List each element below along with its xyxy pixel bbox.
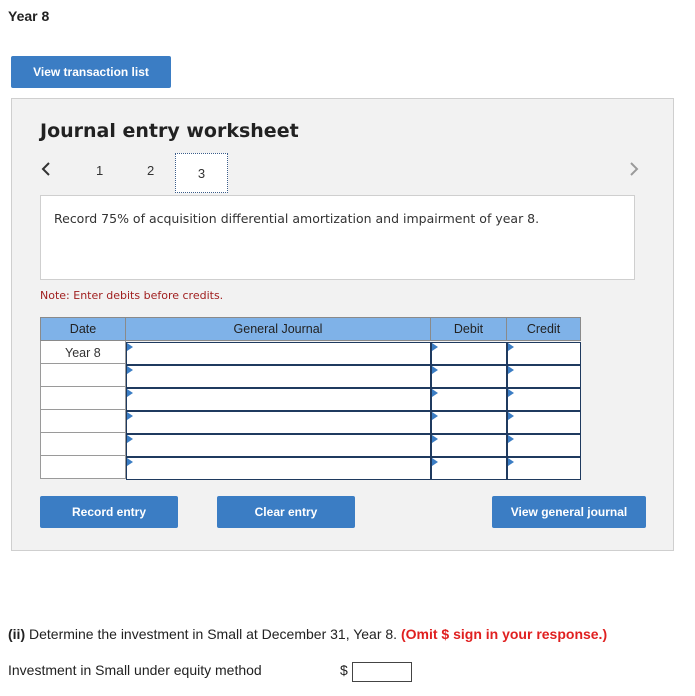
- dropdown-marker-icon: [432, 435, 438, 443]
- date-cell: Year 8: [40, 341, 126, 364]
- account-input[interactable]: [126, 457, 431, 480]
- debit-input[interactable]: [431, 457, 507, 480]
- credit-input[interactable]: [507, 411, 581, 434]
- record-entry-button[interactable]: Record entry: [40, 496, 178, 528]
- page-heading: Year 8: [8, 8, 50, 24]
- credit-input[interactable]: [507, 388, 581, 411]
- omit-dollar-note: (Omit $ sign in your response.): [400, 626, 608, 642]
- debit-column-header: Debit: [430, 317, 507, 341]
- chevron-right-icon[interactable]: [628, 160, 640, 183]
- date-cell: [40, 387, 126, 410]
- investment-input[interactable]: [352, 662, 412, 682]
- account-input[interactable]: [126, 365, 431, 388]
- dropdown-marker-icon: [127, 389, 133, 397]
- account-input[interactable]: [126, 342, 431, 365]
- worksheet-page-3-current[interactable]: 3: [175, 153, 228, 193]
- worksheet-page-2[interactable]: 2: [147, 163, 154, 178]
- dropdown-marker-icon: [432, 389, 438, 397]
- credit-column-header: Credit: [506, 317, 581, 341]
- debit-input[interactable]: [431, 434, 507, 457]
- debit-input[interactable]: [431, 411, 507, 434]
- dropdown-marker-icon: [127, 435, 133, 443]
- worksheet-title: Journal entry worksheet: [40, 120, 299, 142]
- worksheet-page-1[interactable]: 1: [96, 163, 103, 178]
- dropdown-marker-icon: [127, 343, 133, 351]
- account-input[interactable]: [126, 411, 431, 434]
- date-cell: [40, 456, 126, 479]
- view-general-journal-button[interactable]: View general journal: [492, 496, 646, 528]
- dropdown-marker-icon: [127, 366, 133, 374]
- question-text: (ii) Determine the investment in Small a…: [8, 626, 607, 642]
- dropdown-marker-icon: [432, 366, 438, 374]
- dropdown-marker-icon: [432, 343, 438, 351]
- dropdown-marker-icon: [508, 412, 514, 420]
- dropdown-marker-icon: [508, 458, 514, 466]
- dropdown-marker-icon: [508, 389, 514, 397]
- date-cell: [40, 364, 126, 387]
- credit-input[interactable]: [507, 434, 581, 457]
- view-transaction-list-button[interactable]: View transaction list: [11, 56, 171, 88]
- debit-input[interactable]: [431, 388, 507, 411]
- date-cell: [40, 433, 126, 456]
- dropdown-marker-icon: [508, 366, 514, 374]
- debit-input[interactable]: [431, 365, 507, 388]
- dropdown-marker-icon: [127, 412, 133, 420]
- account-input[interactable]: [126, 434, 431, 457]
- date-column-header: Date: [40, 317, 126, 341]
- credit-input[interactable]: [507, 365, 581, 388]
- clear-entry-button[interactable]: Clear entry: [217, 496, 355, 528]
- dropdown-marker-icon: [432, 458, 438, 466]
- date-cell: [40, 410, 126, 433]
- credit-input[interactable]: [507, 342, 581, 365]
- dropdown-marker-icon: [432, 412, 438, 420]
- account-input[interactable]: [126, 388, 431, 411]
- debit-credit-note: Note: Enter debits before credits.: [40, 289, 224, 302]
- credit-input[interactable]: [507, 457, 581, 480]
- question-body: Determine the investment in Small at Dec…: [25, 626, 401, 642]
- debit-input[interactable]: [431, 342, 507, 365]
- dropdown-marker-icon: [127, 458, 133, 466]
- instruction-text: Record 75% of acquisition differential a…: [54, 211, 540, 226]
- instruction-box: [40, 195, 635, 280]
- chevron-left-icon[interactable]: [40, 160, 52, 183]
- currency-symbol: $: [340, 662, 348, 678]
- dropdown-marker-icon: [508, 343, 514, 351]
- dropdown-marker-icon: [508, 435, 514, 443]
- question-label: (ii): [8, 626, 26, 642]
- general-journal-column-header: General Journal: [125, 317, 431, 341]
- investment-label: Investment in Small under equity method: [8, 662, 262, 678]
